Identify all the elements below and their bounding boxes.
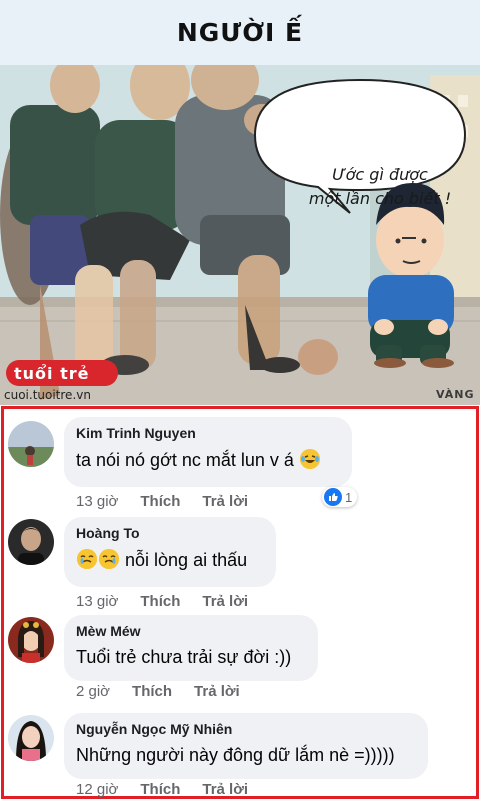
reply-button[interactable]: Trả lời xyxy=(194,683,240,700)
avatar[interactable] xyxy=(8,519,54,565)
speech-line-2: một lần cho biết ! xyxy=(308,189,452,208)
like-button[interactable]: Thích xyxy=(140,593,180,610)
comment-item: Kim Trinh Nguyen ta nói nó gớt nc mắt lu… xyxy=(4,415,476,511)
speech-line-1: Ước gì được xyxy=(332,165,428,184)
reply-button[interactable]: Trả lời xyxy=(202,493,248,510)
reaction-count-badge[interactable]: 1 xyxy=(322,487,358,507)
comic-artwork xyxy=(0,65,480,405)
comment-text: nỗi lòng ai thấu xyxy=(125,550,248,570)
comment-meta: 13 giờ Thích Trả lời xyxy=(76,493,248,510)
comment-time[interactable]: 2 giờ xyxy=(76,683,110,700)
comic-header: NGƯỜI Ế xyxy=(0,0,480,65)
comment-bubble: Hoàng To nỗi lòng ai thấu xyxy=(64,517,276,587)
thumbs-up-icon xyxy=(324,488,342,506)
tuoitre-logo: tuổi trẻ xyxy=(6,360,118,386)
comment-text: Tuổi trẻ chưa trải sự đời :)) xyxy=(76,647,292,667)
comic-title: NGƯỜI Ế xyxy=(176,18,304,47)
comment-author[interactable]: Hoàng To xyxy=(76,525,264,541)
speech-bubble-text: Ước gì được một lần cho biết ! xyxy=(300,163,460,211)
logo-text: tuổi trẻ xyxy=(14,363,90,383)
comment-bubble: Nguyễn Ngọc Mỹ Nhiên Những người này đôn… xyxy=(64,713,428,779)
avatar[interactable] xyxy=(8,617,54,663)
comment-item: Mèw Méw Tuổi trẻ chưa trải sự đời :)) 2 … xyxy=(4,613,476,705)
reaction-count: 1 xyxy=(345,489,353,505)
comment-text-wrap: ta nói nó gớt nc mắt lun v á xyxy=(76,449,340,471)
reply-button[interactable]: Trả lời xyxy=(202,593,248,610)
comment-text: ta nói nó gớt nc mắt lun v á xyxy=(76,450,294,470)
like-button[interactable]: Thích xyxy=(132,683,172,700)
comments-section: Kim Trinh Nguyen ta nói nó gớt nc mắt lu… xyxy=(1,406,479,799)
comment-time[interactable]: 13 giờ xyxy=(76,593,118,610)
logo-url: cuoi.tuoitre.vn xyxy=(4,388,91,402)
like-button[interactable]: Thích xyxy=(140,493,180,510)
like-button[interactable]: Thích xyxy=(140,781,180,798)
comment-item: Nguyễn Ngọc Mỹ Nhiên Những người này đôn… xyxy=(4,711,476,799)
comment-text: Những người này đông dữ lắm nè =))))) xyxy=(76,745,395,765)
avatar[interactable] xyxy=(8,715,54,761)
comment-author[interactable]: Mèw Méw xyxy=(76,623,306,639)
comment-text-wrap: nỗi lòng ai thấu xyxy=(76,549,264,571)
comment-meta: 13 giờ Thích Trả lời xyxy=(76,593,248,610)
comment-author[interactable]: Nguyễn Ngọc Mỹ Nhiên xyxy=(76,721,416,737)
comment-author[interactable]: Kim Trinh Nguyen xyxy=(76,425,340,441)
reply-button[interactable]: Trả lời xyxy=(202,781,248,798)
laughing-tears-icon xyxy=(299,449,320,469)
comment-time[interactable]: 13 giờ xyxy=(76,493,118,510)
comic-illustration: Ước gì được một lần cho biết ! xyxy=(0,65,480,405)
comment-meta: 12 giờ Thích Trả lời xyxy=(76,781,248,798)
comment-bubble: Kim Trinh Nguyen ta nói nó gớt nc mắt lu… xyxy=(64,417,352,487)
comment-time[interactable]: 12 giờ xyxy=(76,781,118,798)
comment-item: Hoàng To nỗi lòng ai thấu 13 giờ Thích T… xyxy=(4,515,476,611)
comment-bubble: Mèw Méw Tuổi trẻ chưa trải sự đời :)) xyxy=(64,615,318,681)
avatar[interactable] xyxy=(8,421,54,467)
comment-meta: 2 giờ Thích Trả lời xyxy=(76,683,240,700)
artist-signature: VÀNG xyxy=(436,388,475,401)
crying-laughing-icon xyxy=(99,549,119,569)
crying-laughing-icon xyxy=(77,549,97,569)
